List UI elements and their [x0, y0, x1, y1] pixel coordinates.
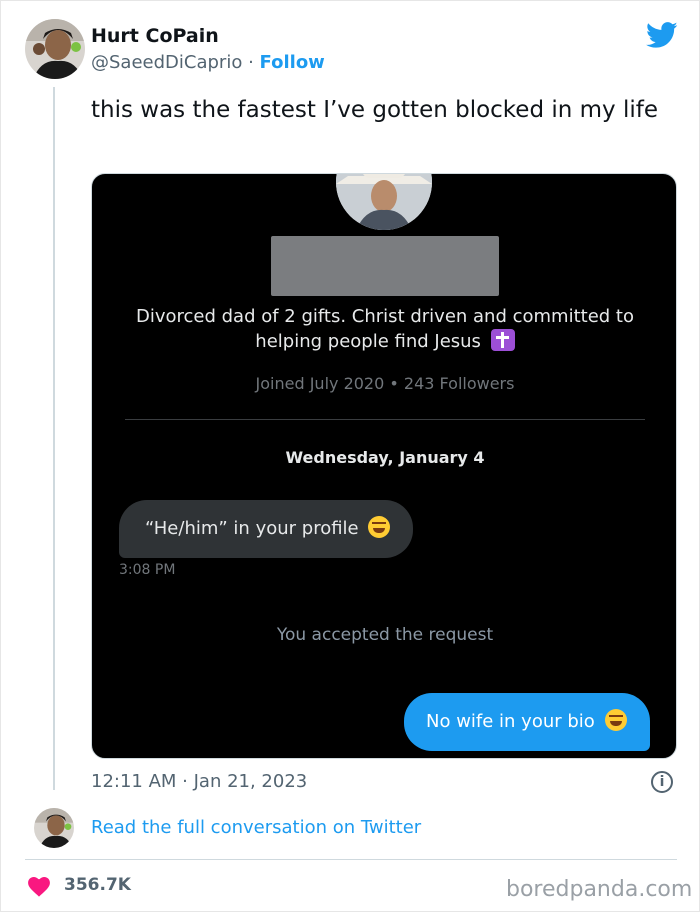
profile-joined: Joined July 2020 • 243 Followers — [255, 374, 515, 393]
outgoing-message-bubble: No wife in your bio — [404, 693, 650, 751]
twitter-bird-icon[interactable] — [644, 19, 680, 51]
tweet-media-screenshot[interactable]: Divorced dad of 2 gifts. Christ driven a… — [91, 173, 677, 759]
follow-button[interactable]: Follow — [260, 52, 325, 73]
outgoing-message-text: No wife in your bio — [426, 711, 595, 732]
author-handle-row: @SaeedDiCaprio · Follow — [91, 52, 325, 73]
profile-divider — [125, 419, 645, 420]
author-avatar[interactable] — [25, 19, 85, 79]
heart-icon[interactable] — [28, 877, 50, 897]
watermark: boredpanda.com — [506, 877, 693, 902]
tweet-timestamp[interactable]: 12:11 AM · Jan 21, 2023 — [91, 771, 307, 792]
dm-date-separator: Wednesday, January 4 — [285, 448, 485, 467]
incoming-message-bubble: “He/him” in your profile — [119, 500, 413, 558]
handle-separator: · — [248, 52, 254, 73]
thread-line — [53, 87, 55, 790]
profile-bio-text: Divorced dad of 2 gifts. Christ driven a… — [135, 306, 634, 352]
author-display-name[interactable]: Hurt CoPain — [91, 25, 219, 47]
author-handle[interactable]: @SaeedDiCaprio — [91, 52, 242, 73]
redacted-name — [271, 236, 499, 296]
tweet-text: this was the fastest I’ve gotten blocked… — [91, 97, 659, 123]
read-conversation-link[interactable]: Read the full conversation on Twitter — [91, 817, 421, 838]
incoming-message-text: “He/him” in your profile — [145, 518, 359, 539]
rofl-emoji-icon — [368, 516, 391, 538]
tweet-card: Hurt CoPain @SaeedDiCaprio · Follow this… — [0, 0, 700, 912]
rofl-emoji-icon — [604, 709, 627, 731]
author-avatar-small[interactable] — [34, 808, 74, 848]
info-icon[interactable]: i — [651, 771, 673, 793]
like-count[interactable]: 356.7K — [64, 875, 131, 895]
profile-photo — [336, 174, 432, 230]
incoming-message-time: 3:08 PM — [119, 562, 176, 578]
profile-bio: Divorced dad of 2 gifts. Christ driven a… — [112, 304, 658, 354]
cross-emoji-icon — [490, 329, 515, 351]
footer-divider — [25, 859, 677, 860]
system-message: You accepted the request — [276, 625, 494, 645]
